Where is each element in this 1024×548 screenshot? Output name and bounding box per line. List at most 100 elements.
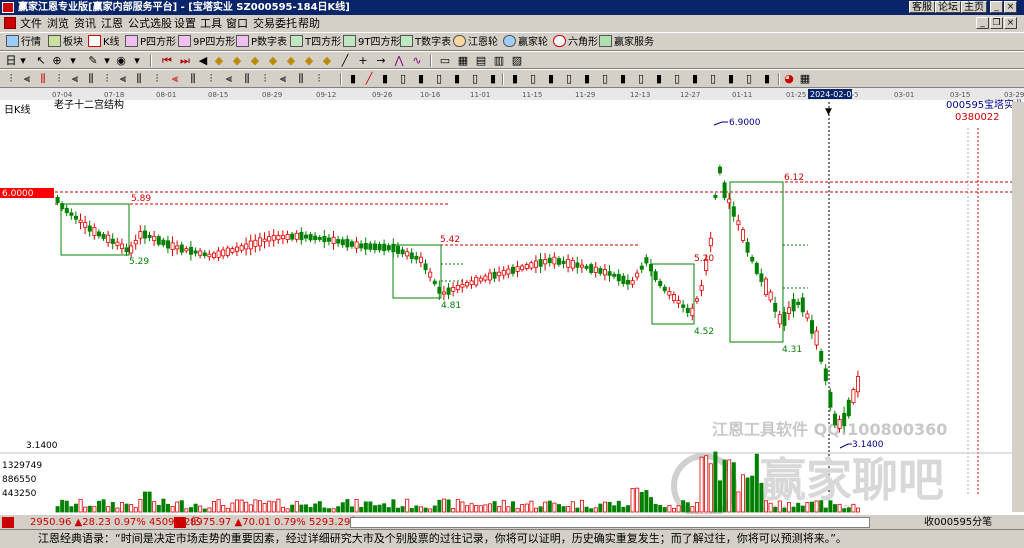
bar-tool-icon-16[interactable]: ▮ — [616, 72, 630, 86]
toolbar-hexagon[interactable]: 六角形 — [553, 35, 598, 49]
chart-scrollbar[interactable] — [1012, 102, 1024, 512]
bar-tool-icon-7[interactable]: ▮ — [450, 72, 464, 86]
bar-tool-icon-18[interactable]: ▮ — [652, 72, 666, 86]
index-sz[interactable]: 8975.97 ▲70.01 0.79% 5293.29亿 — [190, 515, 360, 530]
bar-tool-icon-20[interactable]: ▮ — [688, 72, 702, 86]
dropdown-icon[interactable]: ▾ — [66, 54, 80, 68]
candle-tool-icon-14[interactable]: ⫷ — [222, 72, 236, 86]
toolbar-t-square[interactable]: T四方形 — [290, 35, 341, 49]
dropdown-icon-2[interactable]: ▾ — [100, 54, 114, 68]
candle-tool-icon-10[interactable]: ⫶ — [150, 72, 164, 86]
bar-tool-icon-1[interactable]: ▮ — [346, 72, 360, 86]
candle-tool-icon-4[interactable]: ⫶ — [52, 72, 66, 86]
toolbar-p-number-table[interactable]: P数字表 — [236, 35, 287, 49]
diamond-icon-2[interactable]: ◆ — [230, 54, 244, 68]
child-close-icon[interactable]: × — [1004, 17, 1017, 29]
candle-tool-icon-12[interactable]: ⫼ — [186, 72, 200, 86]
kline-chart[interactable]: 07-04 07-18 08-01 08-15 08-29 09-12 09-26 10-16… — [0, 88, 1024, 514]
candle-tool-icon-8[interactable]: ⫷ — [116, 72, 130, 86]
toolbar-kline[interactable]: K线 — [88, 35, 120, 49]
diamond-icon-1[interactable]: ◆ — [212, 54, 226, 68]
candle-tool-icon-9[interactable]: ⫼ — [132, 72, 146, 86]
period-dropdown-icon[interactable]: ▾ — [16, 54, 30, 68]
diamond-icon-6[interactable]: ◆ — [302, 54, 316, 68]
export-icon[interactable]: ▨ — [510, 54, 524, 68]
candle-tool-icon-13[interactable]: ⫶ — [204, 72, 218, 86]
toolbar-9p-square[interactable]: 9P四方形 — [178, 35, 235, 49]
bar-tool-icon-23[interactable]: ▯ — [742, 72, 756, 86]
candle-tool-icon-3[interactable]: ⫼ — [36, 72, 50, 86]
draw-icon[interactable]: ✎ — [86, 54, 100, 68]
bar-tool-icon-9[interactable]: ▮ — [486, 72, 500, 86]
bar-tool-icon-15[interactable]: ▯ — [598, 72, 612, 86]
bar-tool-icon-21[interactable]: ▯ — [706, 72, 720, 86]
toolbar-p-square[interactable]: P四方形 — [125, 35, 176, 49]
diamond-icon-5[interactable]: ◆ — [284, 54, 298, 68]
bar-tool-icon-4[interactable]: ▯ — [396, 72, 410, 86]
bar-tool-icon-11[interactable]: ▯ — [526, 72, 540, 86]
candle-tool-icon-11[interactable]: ⫷ — [168, 72, 182, 86]
menu-file[interactable]: 文件 — [20, 15, 42, 32]
bar-tool-icon-8[interactable]: ▯ — [468, 72, 482, 86]
candle-tool-icon-18[interactable]: ⫼ — [294, 72, 308, 86]
candle-tool-icon-19[interactable]: ⫶ — [312, 72, 326, 86]
bar-tool-icon-12[interactable]: ▮ — [544, 72, 558, 86]
candle-tool-icon-6[interactable]: ⫼ — [84, 72, 98, 86]
toolbar-winner-service[interactable]: 赢家服务 — [599, 35, 654, 49]
bar-tool-icon-2[interactable]: ╱ — [362, 72, 376, 86]
bar-tool-icon-24[interactable]: ▮ — [760, 72, 774, 86]
table-icon[interactable]: ▦ — [456, 54, 470, 68]
toolbar-sector[interactable]: 板块 — [48, 35, 83, 49]
settings-icon[interactable]: ▦ — [798, 72, 812, 86]
customer-service-button[interactable]: 客服 — [909, 1, 935, 13]
candle-tool-icon-2[interactable]: ⫷ — [20, 72, 34, 86]
bar-tool-icon-5[interactable]: ▮ — [414, 72, 428, 86]
crosshair-icon[interactable]: + — [356, 54, 370, 68]
close-icon[interactable]: × — [1004, 1, 1017, 13]
bar-tool-icon-22[interactable]: ▮ — [724, 72, 738, 86]
dropdown-icon-3[interactable]: ▾ — [130, 54, 144, 68]
minimize-icon[interactable]: _ — [990, 1, 1003, 13]
menu-window[interactable]: 窗口 — [226, 15, 248, 32]
cursor-icon[interactable]: ↖ — [34, 54, 48, 68]
zoom-icon[interactable]: ⊕ — [50, 54, 64, 68]
candle-tool-icon-15[interactable]: ⫼ — [240, 72, 254, 86]
line-tool-icon[interactable]: ╱ — [338, 54, 352, 68]
child-minimize-icon[interactable]: _ — [976, 17, 989, 29]
diamond-icon-3[interactable]: ◆ — [248, 54, 262, 68]
pie-icon[interactable]: ◕ — [782, 72, 796, 86]
candle-tool-icon-17[interactable]: ⫷ — [276, 72, 290, 86]
pointer-icon[interactable]: → — [374, 54, 388, 68]
bar-tool-icon-17[interactable]: ▯ — [634, 72, 648, 86]
bar-tool-icon-6[interactable]: ▯ — [432, 72, 446, 86]
menu-gann[interactable]: 江恩 — [101, 15, 123, 32]
first-icon[interactable]: ⏮ — [160, 54, 174, 68]
bar-tool-icon-19[interactable]: ▯ — [670, 72, 684, 86]
rect-icon[interactable]: ▭ — [438, 54, 452, 68]
status-scrollbar[interactable] — [350, 517, 870, 528]
calendar-icon[interactable]: ▥ — [492, 54, 506, 68]
bar-tool-icon-13[interactable]: ▯ — [562, 72, 576, 86]
forum-button[interactable]: 论坛 — [935, 1, 961, 13]
wave-icon[interactable]: ∿ — [410, 54, 424, 68]
menu-formula-select[interactable]: 公式选股 — [128, 15, 172, 32]
bar-tool-icon-14[interactable]: ▮ — [580, 72, 594, 86]
menu-settings[interactable]: 设置 — [174, 15, 196, 32]
candle-tool-icon-1[interactable]: ⫶ — [4, 72, 18, 86]
menu-tools[interactable]: 工具 — [200, 15, 222, 32]
menu-trade[interactable]: 交易委托 — [253, 15, 297, 32]
homepage-button[interactable]: 主页 — [961, 1, 987, 13]
toolbar-winner-wheel[interactable]: 赢家轮 — [503, 35, 548, 49]
toolbar-t-number-table[interactable]: T数字表 — [400, 35, 451, 49]
menu-help[interactable]: 帮助 — [298, 15, 320, 32]
tick-data-label[interactable]: 收000595分笔 — [924, 515, 992, 530]
prev-icon[interactable]: ◀ — [196, 54, 210, 68]
toolbar-gann-wheel[interactable]: 江恩轮 — [453, 35, 498, 49]
candle-tool-icon-7[interactable]: ⫶ — [100, 72, 114, 86]
menu-browse[interactable]: 浏览 — [47, 15, 69, 32]
child-restore-icon[interactable]: ❐ — [990, 17, 1003, 29]
diamond-icon-7[interactable]: ◆ — [320, 54, 334, 68]
candle-tool-icon-5[interactable]: ⫷ — [68, 72, 82, 86]
toolbar-9t-square[interactable]: 9T四方形 — [343, 35, 400, 49]
bar-tool-icon-10[interactable]: ▮ — [508, 72, 522, 86]
